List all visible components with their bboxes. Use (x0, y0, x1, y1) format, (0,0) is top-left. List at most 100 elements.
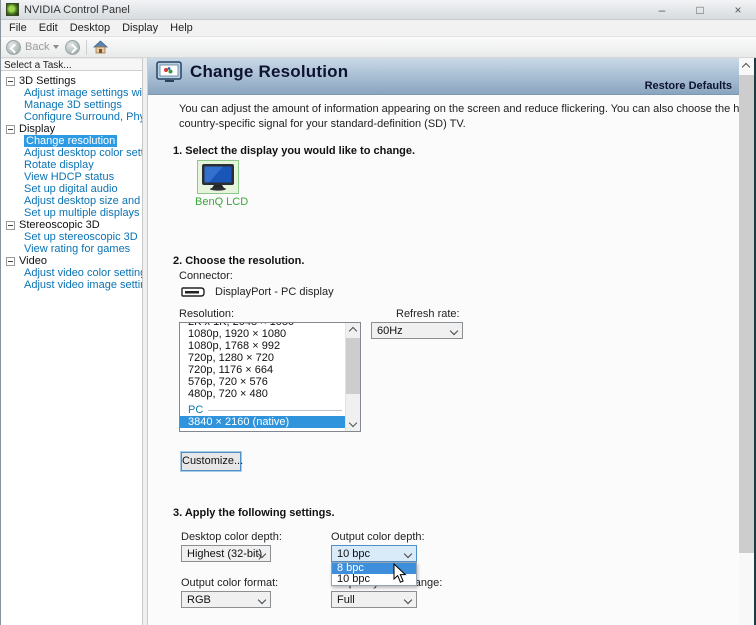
collapse-icon[interactable] (6, 77, 15, 86)
sidebar-item-label: Adjust video image settings (24, 279, 142, 291)
resolution-item[interactable]: 1080p, 1768 × 992 (180, 340, 345, 352)
content-scrollbar[interactable] (739, 58, 754, 625)
refresh-rate-select[interactable]: 60Hz (371, 322, 463, 339)
sidebar-item-label: Change resolution (24, 135, 117, 147)
close-button[interactable]: × (719, 0, 756, 19)
sidebar-item-video[interactable]: Video (4, 255, 142, 267)
monitor-icon (201, 163, 235, 191)
mouse-cursor-icon (393, 563, 407, 584)
change-resolution-icon (156, 61, 183, 83)
sidebar-item-display[interactable]: Display (4, 123, 142, 135)
output-color-format-select[interactable]: RGB (181, 591, 271, 608)
toolbar: Back (1, 37, 756, 58)
display-selection-frame[interactable] (197, 160, 239, 194)
sidebar-item-label: Set up multiple displays (24, 207, 140, 219)
sidebar-item-set-up-stereoscopic-3d[interactable]: Set up stereoscopic 3D (24, 231, 142, 243)
sidebar-item-label: Stereoscopic 3D (19, 219, 100, 231)
listbox-scrollbar[interactable] (345, 323, 360, 431)
resolution-item[interactable]: 1080p, 1920 × 1080 (180, 328, 345, 340)
sidebar-item-adjust-video-color[interactable]: Adjust video color settings (24, 267, 142, 279)
sidebar-item-adjust-desktop-color[interactable]: Adjust desktop color settings (24, 147, 142, 159)
output-color-depth-select[interactable]: 10 bpc (331, 545, 417, 562)
collapse-icon[interactable] (6, 125, 15, 134)
desktop-color-depth-select[interactable]: Highest (32-bit) (181, 545, 271, 562)
forward-icon[interactable] (65, 40, 80, 55)
sidebar-item-label: Adjust desktop color settings (24, 147, 142, 159)
back-icon[interactable] (6, 40, 21, 55)
sidebar-item-label: Adjust video color settings (24, 267, 142, 279)
resolution-listbox[interactable]: 2K x 1K, 2048 × 1080 1080p, 1920 × 1080 … (179, 322, 361, 432)
sidebar-item-3d-settings[interactable]: 3D Settings (4, 75, 142, 87)
intro-line-1: You can adjust the amount of information… (179, 102, 739, 117)
output-dynamic-range-value: Full (337, 594, 355, 606)
back-button-label[interactable]: Back (25, 41, 49, 53)
sidebar-item-label: Set up digital audio (24, 183, 118, 195)
chevron-down-icon (450, 327, 458, 335)
menu-help[interactable]: Help (164, 21, 199, 35)
connector-label: Connector: (179, 270, 233, 282)
scrollbar-thumb[interactable] (739, 75, 754, 553)
desktop-color-depth-value: Highest (32-bit) (187, 548, 262, 560)
sidebar: Select a Task... 3D Settings Adjust imag… (1, 58, 142, 625)
connector-row: DisplayPort - PC display (181, 286, 334, 298)
resolution-item[interactable]: 480p, 720 × 480 (180, 388, 345, 400)
sidebar-item-view-rating-for-games[interactable]: View rating for games (24, 243, 142, 255)
collapse-icon[interactable] (6, 221, 15, 230)
scroll-up-icon[interactable] (349, 327, 357, 335)
sidebar-item-adjust-video-image[interactable]: Adjust video image settings (24, 279, 142, 291)
section3-heading: 3. Apply the following settings. (173, 507, 335, 519)
resolution-item[interactable]: 720p, 1280 × 720 (180, 352, 345, 364)
resolution-item-selected[interactable]: 3840 × 2160 (native) (180, 416, 345, 428)
sidebar-item-adjust-desktop-size[interactable]: Adjust desktop size and position (24, 195, 142, 207)
sidebar-item-set-up-multiple-displays[interactable]: Set up multiple displays (24, 207, 142, 219)
menu-bar: File Edit Desktop Display Help (1, 20, 756, 37)
resolution-item[interactable]: 720p, 1176 × 664 (180, 364, 345, 376)
scroll-down-icon[interactable] (349, 419, 357, 427)
scroll-up-icon[interactable] (742, 63, 750, 71)
output-color-format-value: RGB (187, 594, 211, 606)
output-color-format-label: Output color format: (181, 577, 278, 589)
menu-display[interactable]: Display (116, 21, 164, 35)
sidebar-item-view-hdcp-status[interactable]: View HDCP status (24, 171, 142, 183)
section2-heading: 2. Choose the resolution. (173, 255, 304, 267)
window-title: NVIDIA Control Panel (24, 4, 130, 16)
home-icon[interactable] (93, 40, 108, 54)
restore-defaults-link[interactable]: Restore Defaults (645, 80, 732, 92)
resolution-item[interactable]: 576p, 720 × 576 (180, 376, 345, 388)
sidebar-item-label: Set up stereoscopic 3D (24, 231, 138, 243)
nvidia-control-panel-window: NVIDIA Control Panel – □ × File Edit Des… (0, 0, 756, 625)
minimize-button[interactable]: – (643, 0, 681, 19)
display-name-label: BenQ LCD (195, 196, 241, 208)
display-selector[interactable]: BenQ LCD (195, 160, 241, 208)
refresh-rate-label: Refresh rate: (396, 308, 460, 320)
section1-heading: 1. Select the display you would like to … (173, 145, 415, 157)
select-task-header: Select a Task... (1, 58, 142, 71)
menu-file[interactable]: File (3, 21, 33, 35)
output-color-depth-label: Output color depth: (331, 531, 425, 543)
sidebar-item-rotate-display[interactable]: Rotate display (24, 159, 142, 171)
connector-value: DisplayPort - PC display (215, 286, 334, 298)
maximize-button[interactable]: □ (681, 0, 719, 19)
back-dropdown-icon[interactable] (53, 45, 59, 49)
sidebar-item-change-resolution[interactable]: Change resolution (24, 135, 142, 147)
resolution-group-label: PC (188, 404, 203, 416)
sidebar-item-stereoscopic-3d[interactable]: Stereoscopic 3D (4, 219, 142, 231)
sidebar-item-label: Video (19, 255, 47, 267)
sidebar-item-label: 3D Settings (19, 75, 76, 87)
sidebar-item-set-up-digital-audio[interactable]: Set up digital audio (24, 183, 142, 195)
sidebar-item-manage-3d-settings[interactable]: Manage 3D settings (24, 99, 142, 111)
desktop-color-depth-label: Desktop color depth: (181, 531, 282, 543)
scrollbar-thumb[interactable] (346, 338, 361, 394)
customize-button[interactable]: Customize... (181, 452, 241, 471)
chevron-down-icon (404, 596, 412, 604)
sidebar-item-configure-surround-physx[interactable]: Configure Surround, PhysX (24, 111, 142, 123)
group-divider (208, 410, 342, 411)
menu-desktop[interactable]: Desktop (64, 21, 116, 35)
sidebar-item-label: Adjust image settings with preview (24, 87, 142, 99)
sidebar-item-label: View rating for games (24, 243, 130, 255)
sidebar-item-adjust-image-settings[interactable]: Adjust image settings with preview (24, 87, 142, 99)
output-dynamic-range-select[interactable]: Full (331, 591, 417, 608)
sidebar-item-label: Manage 3D settings (24, 99, 122, 111)
collapse-icon[interactable] (6, 257, 15, 266)
menu-edit[interactable]: Edit (33, 21, 64, 35)
